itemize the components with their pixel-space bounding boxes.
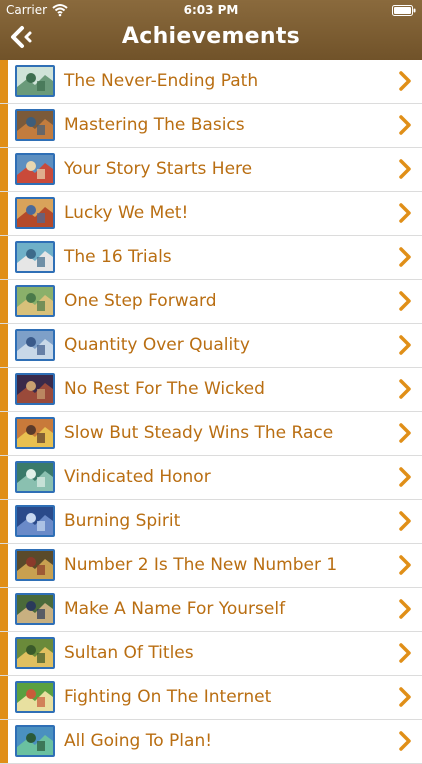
achievement-row[interactable]: The 16 Trials xyxy=(0,236,422,280)
chevron-right-icon xyxy=(398,159,412,179)
achievement-row[interactable]: Lucky We Met! xyxy=(0,192,422,236)
achievement-row[interactable]: Slow But Steady Wins The Race xyxy=(0,412,422,456)
chevron-right-icon xyxy=(398,687,412,707)
achievement-thumbnail xyxy=(15,637,55,669)
achievement-thumbnail xyxy=(15,725,55,757)
achievement-label: The Never-Ending Path xyxy=(64,71,259,91)
achievement-thumbnail xyxy=(15,681,55,713)
achievement-thumbnail xyxy=(15,241,55,273)
achievement-thumbnail xyxy=(15,549,55,581)
row-accent-bar xyxy=(0,720,8,763)
achievement-label: All Going To Plan! xyxy=(64,731,213,751)
achievement-thumbnail xyxy=(15,197,55,229)
page-title: Achievements xyxy=(121,24,301,49)
row-accent-bar xyxy=(0,236,8,279)
row-accent-bar xyxy=(0,676,8,719)
row-accent-bar xyxy=(0,456,8,499)
row-accent-bar xyxy=(0,60,8,103)
achievement-row[interactable]: Vindicated Honor xyxy=(0,456,422,500)
achievement-row[interactable]: Sultan Of Titles xyxy=(0,632,422,676)
achievement-row[interactable]: Your Story Starts Here xyxy=(0,148,422,192)
achievement-label: Mastering The Basics xyxy=(64,115,245,135)
achievement-label: Your Story Starts Here xyxy=(64,159,253,179)
row-accent-bar xyxy=(0,192,8,235)
achievement-label: Fighting On The Internet xyxy=(64,687,272,707)
chevron-right-icon xyxy=(398,423,412,443)
achievement-thumbnail xyxy=(15,505,55,537)
achievement-label: Burning Spirit xyxy=(64,511,181,531)
row-accent-bar xyxy=(0,280,8,323)
chevron-right-icon xyxy=(398,379,412,399)
achievement-label: Make A Name For Yourself xyxy=(64,599,286,619)
clock: 6:03 PM xyxy=(183,3,239,17)
row-accent-bar xyxy=(0,544,8,587)
navigation-header: Carrier 6:03 PM Achievements xyxy=(0,0,422,64)
achievement-thumbnail xyxy=(15,329,55,361)
row-accent-bar xyxy=(0,500,8,543)
achievement-label: Sultan Of Titles xyxy=(64,643,194,663)
status-bar: Carrier 6:03 PM xyxy=(0,0,422,20)
chevron-right-icon xyxy=(398,203,412,223)
achievement-thumbnail xyxy=(15,373,55,405)
achievement-row[interactable]: Fighting On The Internet xyxy=(0,676,422,720)
chevron-right-icon xyxy=(398,115,412,135)
achievement-label: Lucky We Met! xyxy=(64,203,189,223)
row-accent-bar xyxy=(0,368,8,411)
chevron-right-icon xyxy=(398,467,412,487)
achievement-thumbnail xyxy=(15,109,55,141)
achievement-row[interactable]: Number 2 Is The New Number 1 xyxy=(0,544,422,588)
achievement-row[interactable]: One Step Forward xyxy=(0,280,422,324)
row-accent-bar xyxy=(0,104,8,147)
achievement-row[interactable]: Mastering The Basics xyxy=(0,104,422,148)
row-accent-bar xyxy=(0,412,8,455)
achievement-list: The Never-Ending Path Mastering The Basic… xyxy=(0,60,422,764)
chevron-right-icon xyxy=(398,247,412,267)
row-accent-bar xyxy=(0,324,8,367)
chevron-right-icon xyxy=(398,511,412,531)
achievement-thumbnail xyxy=(15,461,55,493)
row-accent-bar xyxy=(0,148,8,191)
achievement-label: Slow But Steady Wins The Race xyxy=(64,423,334,443)
row-accent-bar xyxy=(0,632,8,675)
achievement-row[interactable]: Burning Spirit xyxy=(0,500,422,544)
achievement-label: One Step Forward xyxy=(64,291,217,311)
achievement-label: Vindicated Honor xyxy=(64,467,211,487)
chevron-right-icon xyxy=(398,731,412,751)
achievement-row[interactable]: The Never-Ending Path xyxy=(0,60,422,104)
achievement-row[interactable]: No Rest For The Wicked xyxy=(0,368,422,412)
chevron-right-icon xyxy=(398,599,412,619)
achievement-row[interactable]: Make A Name For Yourself xyxy=(0,588,422,632)
achievement-label: Quantity Over Quality xyxy=(64,335,250,355)
chevron-right-icon xyxy=(398,335,412,355)
row-accent-bar xyxy=(0,588,8,631)
achievement-thumbnail xyxy=(15,417,55,449)
battery-icon xyxy=(392,5,416,16)
achievement-row[interactable]: All Going To Plan! xyxy=(0,720,422,764)
achievement-thumbnail xyxy=(15,593,55,625)
chevron-right-icon xyxy=(398,555,412,575)
chevron-right-icon xyxy=(398,71,412,91)
achievement-thumbnail xyxy=(15,153,55,185)
achievement-thumbnail xyxy=(15,65,55,97)
achievement-label: Number 2 Is The New Number 1 xyxy=(64,555,338,575)
achievement-row[interactable]: Quantity Over Quality xyxy=(0,324,422,368)
achievement-thumbnail xyxy=(15,285,55,317)
achievement-label: The 16 Trials xyxy=(64,247,172,267)
achievement-label: No Rest For The Wicked xyxy=(64,379,265,399)
chevron-right-icon xyxy=(398,643,412,663)
chevron-right-icon xyxy=(398,291,412,311)
